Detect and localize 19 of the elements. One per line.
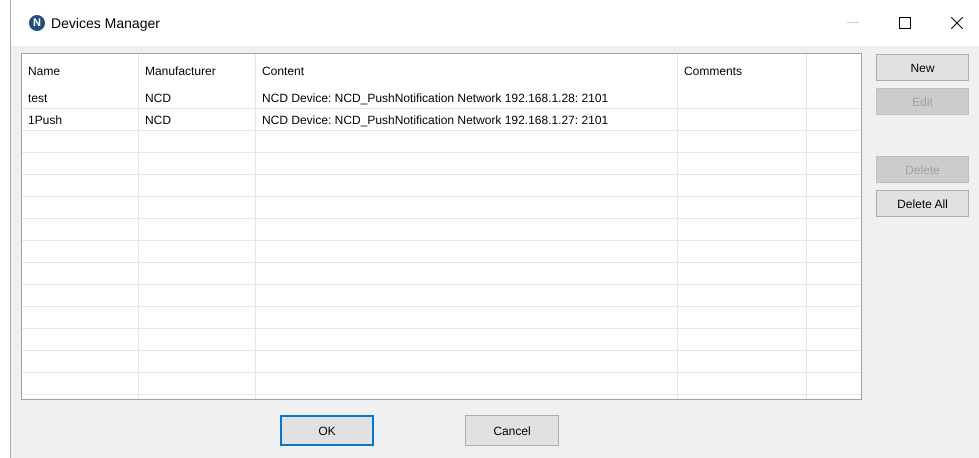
dialog-button[interactable]: Cancel: [465, 415, 559, 446]
column-header[interactable]: Content: [262, 64, 304, 78]
table-cell[interactable]: NCD Device: NCD_PushNotification Network 192.168.1.27: 2101: [262, 113, 608, 127]
maximize-icon: [899, 17, 911, 29]
action-button[interactable]: New: [876, 54, 969, 81]
column-header[interactable]: Comments: [684, 64, 742, 78]
window-title: Devices Manager: [51, 15, 161, 31]
table-cell[interactable]: NCD: [145, 113, 171, 127]
column-header[interactable]: Name: [28, 64, 60, 78]
column-header[interactable]: Manufacturer: [145, 64, 216, 78]
action-button[interactable]: Delete All: [876, 190, 969, 217]
table-cell[interactable]: NCD Device: NCD_PushNotification Network 192.168.1.28: 2101: [262, 91, 608, 105]
table-cell[interactable]: 1Push: [28, 113, 62, 127]
table-cell[interactable]: NCD: [145, 91, 171, 105]
table-cell[interactable]: test: [28, 91, 48, 105]
minimize-icon: [847, 22, 859, 24]
close-icon: [951, 17, 963, 29]
app-logo-icon: N: [29, 15, 45, 31]
dialog-button[interactable]: OK: [280, 415, 374, 446]
